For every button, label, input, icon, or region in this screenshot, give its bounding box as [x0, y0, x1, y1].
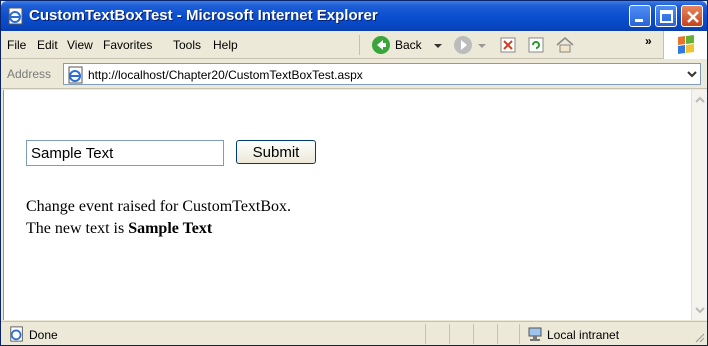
new-text-value: Sample Text [128, 220, 213, 237]
status-bar: Done Local intranet [1, 321, 707, 345]
new-text-prefix: The new text is [26, 220, 129, 237]
home-icon[interactable] [555, 35, 575, 55]
back-dropdown-icon[interactable] [433, 35, 443, 55]
minimize-icon [635, 19, 643, 22]
vertical-scrollbar[interactable] [691, 90, 707, 320]
toolbar-chevron[interactable]: » [645, 34, 652, 48]
title-bar[interactable]: CustomTextBoxTest - Microsoft Internet E… [1, 1, 707, 31]
menu-favorites[interactable]: Favorites [103, 38, 152, 52]
toolbar-separator [359, 35, 360, 55]
maximize-button[interactable] [655, 5, 677, 27]
scroll-up-icon[interactable] [693, 92, 707, 108]
menu-edit[interactable]: Edit [37, 38, 58, 52]
back-button-label[interactable]: Back [395, 38, 422, 52]
address-label: Address [7, 67, 52, 81]
menu-file[interactable]: File [7, 38, 26, 52]
window-title: CustomTextBoxTest - Microsoft Internet E… [29, 7, 378, 24]
menu-bar: File Edit View Favorites Tools Help Back… [1, 31, 707, 59]
address-field[interactable]: http://localhost/Chapter20/CustomTextBox… [63, 63, 701, 85]
windows-flag-icon [678, 35, 694, 54]
browser-window: CustomTextBoxTest - Microsoft Internet E… [0, 0, 708, 346]
submit-button[interactable]: Submit [236, 140, 316, 164]
page-content: Sample Text Submit Change event raised f… [3, 90, 691, 320]
menu-help[interactable]: Help [213, 38, 238, 52]
custom-textbox[interactable]: Sample Text [26, 140, 224, 166]
minimize-button[interactable] [629, 5, 651, 27]
menu-tools[interactable]: Tools [173, 38, 201, 52]
back-arrow-icon[interactable] [371, 35, 391, 55]
address-url[interactable]: http://localhost/Chapter20/CustomTextBox… [88, 68, 363, 82]
local-intranet-icon [528, 327, 542, 341]
refresh-icon[interactable] [527, 35, 545, 55]
maximize-icon [660, 10, 673, 23]
forward-dropdown-icon[interactable] [477, 35, 487, 55]
status-divider [497, 324, 498, 344]
windows-logo [663, 31, 707, 59]
ie-page-icon [68, 66, 83, 84]
new-text-message: The new text is Sample Text [26, 220, 212, 238]
close-icon [687, 11, 699, 23]
ie-page-icon [10, 326, 23, 342]
status-text: Done [29, 328, 58, 342]
security-zone-text: Local intranet [547, 328, 620, 342]
menu-view[interactable]: View [67, 38, 93, 52]
status-divider [473, 324, 474, 344]
forward-arrow-icon[interactable] [453, 35, 473, 55]
change-event-message: Change event raised for CustomTextBox. [26, 198, 292, 215]
stop-icon[interactable] [499, 35, 517, 55]
address-dropdown-icon[interactable] [684, 64, 700, 84]
scroll-down-icon[interactable] [693, 302, 707, 318]
address-bar: Address http://localhost/Chapter20/Custo… [1, 59, 707, 89]
ie-page-icon [8, 7, 23, 25]
status-divider [519, 324, 520, 344]
resize-grip-icon[interactable] [693, 331, 705, 343]
close-button[interactable] [681, 5, 703, 27]
status-divider [425, 324, 426, 344]
status-divider [449, 324, 450, 344]
